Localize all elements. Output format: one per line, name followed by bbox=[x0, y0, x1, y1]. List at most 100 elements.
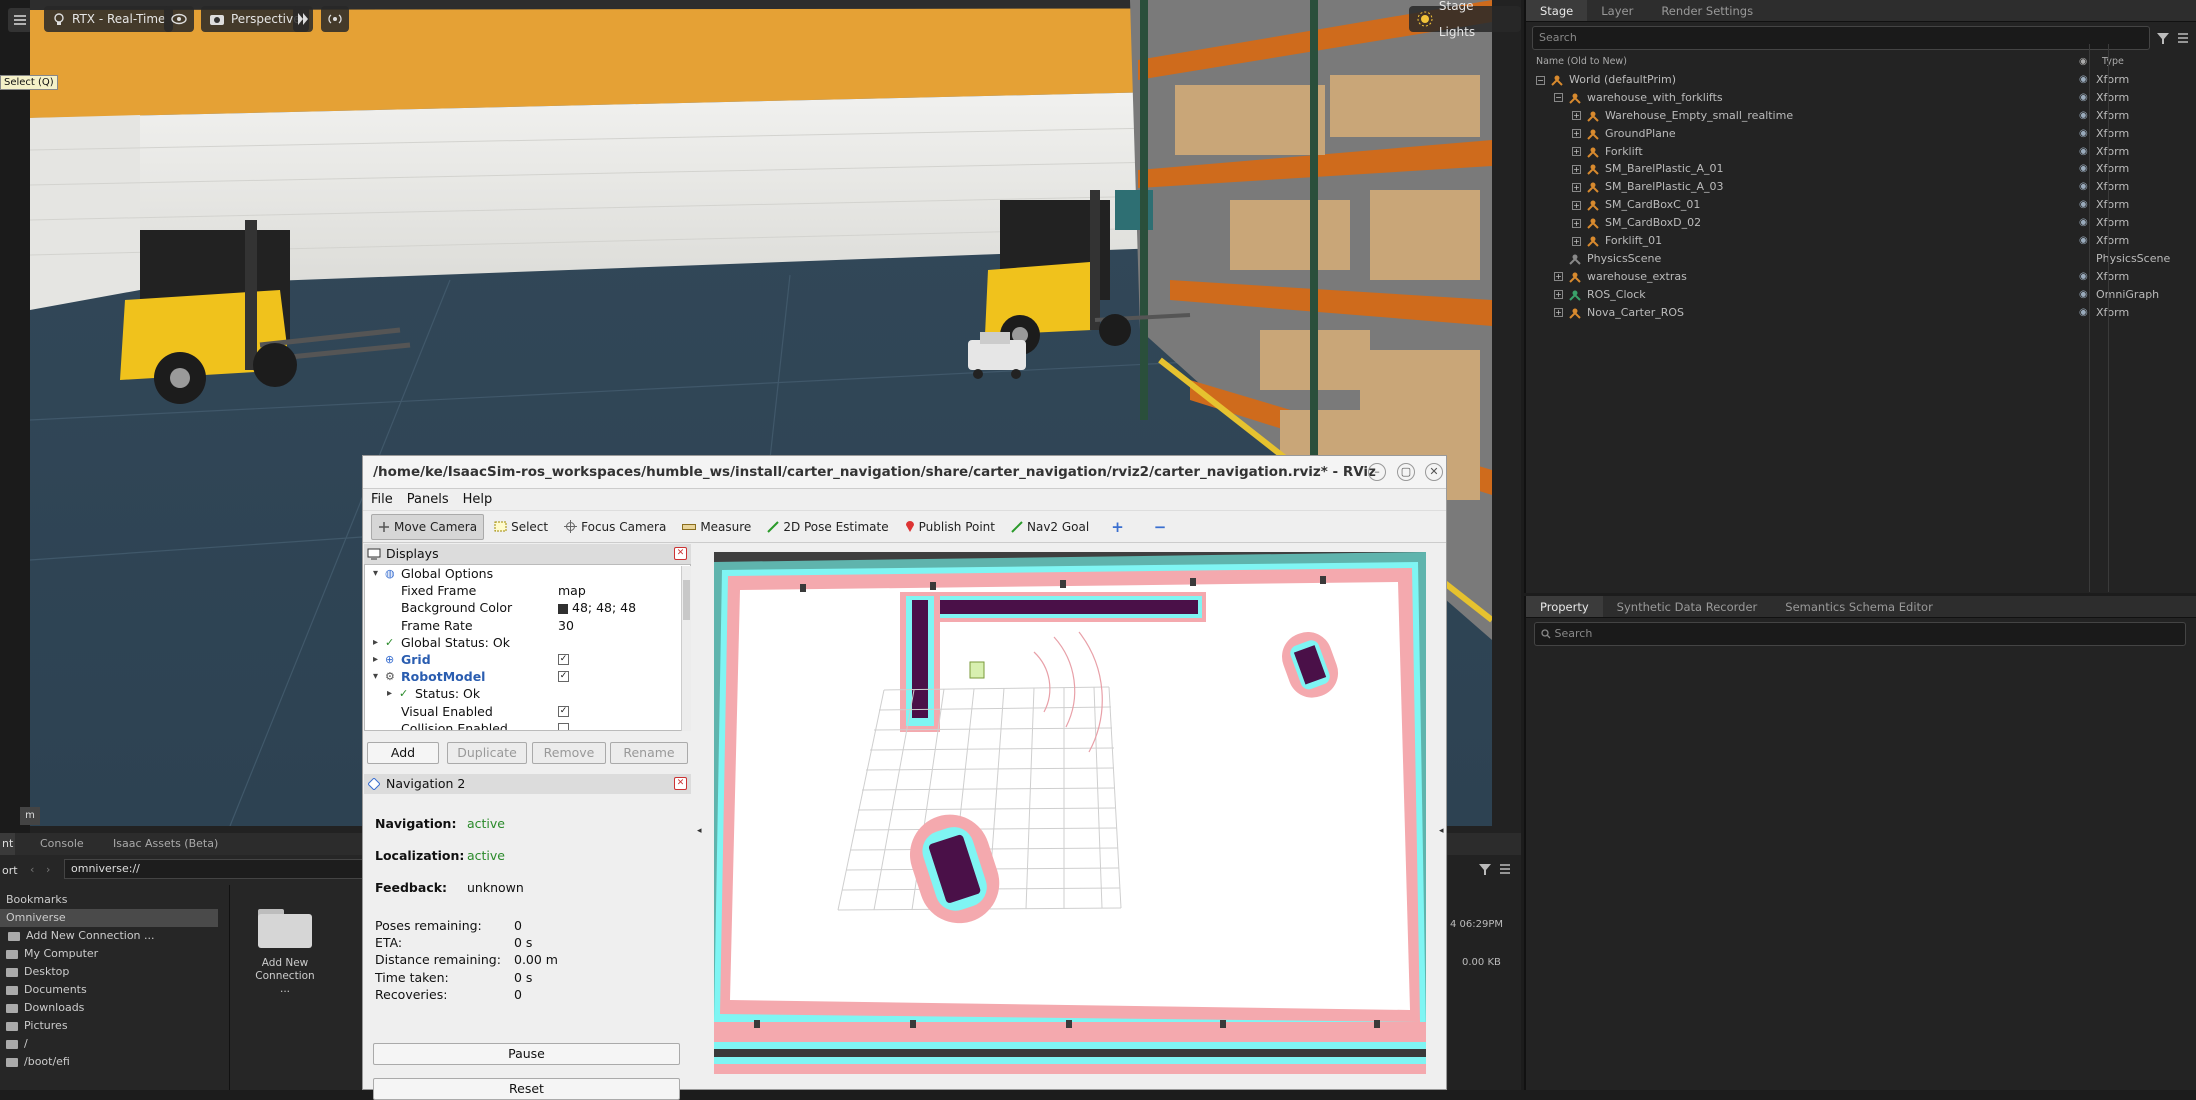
tab-isaac-assets[interactable]: Isaac Assets (Beta) bbox=[105, 833, 226, 855]
display-row[interactable]: Frame Rate 30 bbox=[365, 617, 690, 634]
maximize-button[interactable]: ▢ bbox=[1397, 463, 1415, 481]
tab-stage[interactable]: Stage bbox=[1526, 0, 1588, 21]
display-row[interactable]: ▾ ⚙ RobotModel ✓ bbox=[365, 668, 690, 685]
menu-panels[interactable]: Panels bbox=[407, 489, 449, 510]
display-row[interactable]: ▸ ✓ Global Status: Ok bbox=[365, 634, 690, 651]
publish-point-tool[interactable]: Publish Point bbox=[899, 514, 1001, 540]
add-tool-button[interactable]: + bbox=[1105, 514, 1130, 540]
stage-row[interactable]: + Warehouse_Empty_small_realtime ◉ Xform bbox=[1526, 107, 2196, 125]
eye-icon[interactable]: ◉ bbox=[2079, 304, 2088, 322]
tab-property[interactable]: Property bbox=[1526, 596, 1603, 617]
stage-row[interactable]: − warehouse_with_forklifts ◉ Xform bbox=[1526, 89, 2196, 107]
sidebar-item[interactable]: / bbox=[6, 1035, 28, 1053]
expand-arrow-icon[interactable]: ▸ bbox=[373, 634, 378, 651]
tab-layer[interactable]: Layer bbox=[1587, 0, 1647, 21]
stage-search-input[interactable]: Search bbox=[1532, 26, 2150, 50]
back-button[interactable]: ‹ bbox=[30, 863, 34, 876]
reset-button[interactable]: Reset bbox=[373, 1078, 680, 1100]
sidebar-item[interactable]: Documents bbox=[6, 981, 87, 999]
minimize-button[interactable]: – bbox=[1368, 463, 1386, 481]
display-row-value[interactable]: map bbox=[558, 582, 586, 599]
display-row[interactable]: Collision Enabled bbox=[365, 720, 690, 730]
remove-tool-button[interactable]: − bbox=[1148, 514, 1173, 540]
sidebar-item[interactable]: My Computer bbox=[6, 945, 98, 963]
eye-icon[interactable]: ◉ bbox=[2079, 286, 2088, 304]
stage-row[interactable]: + GroundPlane ◉ Xform bbox=[1526, 125, 2196, 143]
visibility-button[interactable] bbox=[164, 6, 194, 32]
playback-button[interactable] bbox=[293, 6, 313, 32]
sidebar-item[interactable]: Downloads bbox=[6, 999, 84, 1017]
expand-icon[interactable]: + bbox=[1572, 236, 1581, 246]
menu-file[interactable]: File bbox=[371, 489, 393, 510]
display-row-value[interactable]: 48; 48; 48 bbox=[558, 599, 636, 616]
sidebar-item[interactable]: Add New Connection ... bbox=[8, 927, 155, 945]
display-row-value[interactable]: 30 bbox=[558, 617, 574, 634]
broadcast-button[interactable] bbox=[321, 6, 349, 32]
expand-icon[interactable]: + bbox=[1572, 129, 1581, 139]
enabled-checkbox[interactable]: ✓ bbox=[558, 705, 569, 717]
stage-row[interactable]: PhysicsScene PhysicsScene bbox=[1526, 250, 2196, 268]
eye-icon[interactable]: ◉ bbox=[2079, 107, 2088, 125]
sidebar-item[interactable]: Pictures bbox=[6, 1017, 68, 1035]
focus-camera-tool[interactable]: Focus Camera bbox=[558, 514, 672, 540]
options-icon[interactable] bbox=[2176, 31, 2190, 45]
measure-tool[interactable]: Measure bbox=[676, 514, 757, 540]
rviz-titlebar[interactable]: /home/ke/IsaacSim-ros_workspaces/humble_… bbox=[363, 456, 1446, 489]
enabled-checkbox[interactable]: ✓ bbox=[558, 671, 569, 683]
displays-close-button[interactable]: ✕ bbox=[674, 547, 687, 560]
enabled-checkbox[interactable] bbox=[558, 722, 569, 730]
tab-synthetic-data-recorder[interactable]: Synthetic Data Recorder bbox=[1603, 596, 1772, 617]
options-button[interactable] bbox=[1498, 861, 1512, 880]
stage-row[interactable]: + SM_CardBoxD_02 ◉ Xform bbox=[1526, 214, 2196, 232]
expand-icon[interactable]: + bbox=[1554, 272, 1563, 282]
eye-icon[interactable]: ◉ bbox=[2079, 125, 2088, 143]
eye-icon[interactable]: ◉ bbox=[2079, 196, 2088, 214]
folder-item[interactable]: Add New Connection ... bbox=[250, 905, 320, 996]
expand-icon[interactable]: + bbox=[1572, 218, 1581, 228]
tab-content-fragment[interactable]: nt bbox=[0, 833, 16, 855]
col-type-header[interactable]: Type bbox=[2102, 54, 2124, 70]
stage-row[interactable]: + SM_CardBoxC_01 ◉ Xform bbox=[1526, 196, 2196, 214]
stage-row[interactable]: − World (defaultPrim) ◉ Xform bbox=[1526, 71, 2196, 89]
stage-lights-button[interactable]: Stage Lights bbox=[1409, 0, 1521, 39]
menu-help[interactable]: Help bbox=[463, 489, 493, 510]
eye-icon[interactable]: ◉ bbox=[2079, 178, 2088, 196]
stage-row[interactable]: + warehouse_extras ◉ Xform bbox=[1526, 268, 2196, 286]
display-tree[interactable]: ▾ ◍ Global Options Fixed Frame map Background… bbox=[364, 564, 691, 731]
filter-icon[interactable] bbox=[2156, 31, 2170, 45]
tab-render-settings[interactable]: Render Settings bbox=[1647, 0, 1767, 21]
renderer-mode-button[interactable]: RTX - Real-Time bbox=[44, 6, 174, 32]
col-name-header[interactable]: Name (Old to New) bbox=[1536, 54, 1627, 70]
sidebar-item[interactable]: Omniverse bbox=[0, 909, 218, 927]
collapse-icon[interactable]: − bbox=[1536, 75, 1545, 85]
display-row[interactable]: Background Color 48; 48; 48 bbox=[365, 599, 690, 616]
right-collapse-handle[interactable]: ◂ bbox=[1439, 826, 1444, 836]
pose-estimate-tool[interactable]: 2D Pose Estimate bbox=[761, 514, 894, 540]
enabled-checkbox[interactable]: ✓ bbox=[558, 653, 569, 665]
expand-icon[interactable]: + bbox=[1554, 308, 1563, 318]
display-row[interactable]: ▾ ◍ Global Options bbox=[365, 565, 690, 582]
stage-row[interactable]: + ROS_Clock ◉ OmniGraph bbox=[1526, 286, 2196, 304]
display-row[interactable]: Fixed Frame map bbox=[365, 582, 690, 599]
collapse-arrow-icon[interactable]: ▾ bbox=[373, 668, 378, 685]
expand-icon[interactable]: + bbox=[1572, 200, 1581, 210]
remove-button[interactable]: Remove bbox=[532, 742, 606, 764]
nav2-close-button[interactable]: ✕ bbox=[674, 777, 687, 790]
eye-icon[interactable]: ◉ bbox=[2079, 89, 2088, 107]
display-row[interactable]: Visual Enabled ✓ bbox=[365, 703, 690, 720]
stage-row[interactable]: + Nova_Carter_ROS ◉ Xform bbox=[1526, 304, 2196, 322]
sidebar-item[interactable]: /boot/efi bbox=[6, 1053, 70, 1071]
tab-console[interactable]: Console bbox=[32, 833, 92, 855]
expand-icon[interactable]: + bbox=[1572, 164, 1581, 174]
collapse-icon[interactable]: − bbox=[1554, 93, 1563, 103]
path-input[interactable]: omniverse:// bbox=[64, 859, 364, 879]
eye-icon[interactable]: ◉ bbox=[2079, 71, 2088, 89]
add-display-button[interactable]: Add bbox=[367, 742, 439, 764]
eye-icon[interactable]: ◉ bbox=[2079, 232, 2088, 250]
expand-icon[interactable]: + bbox=[1572, 182, 1581, 192]
sidebar-item[interactable]: Desktop bbox=[6, 963, 69, 981]
eye-icon[interactable]: ◉ bbox=[2079, 214, 2088, 232]
expand-arrow-icon[interactable]: ▸ bbox=[373, 651, 378, 668]
pause-button[interactable]: Pause bbox=[373, 1043, 680, 1065]
expand-icon[interactable]: + bbox=[1572, 111, 1581, 121]
